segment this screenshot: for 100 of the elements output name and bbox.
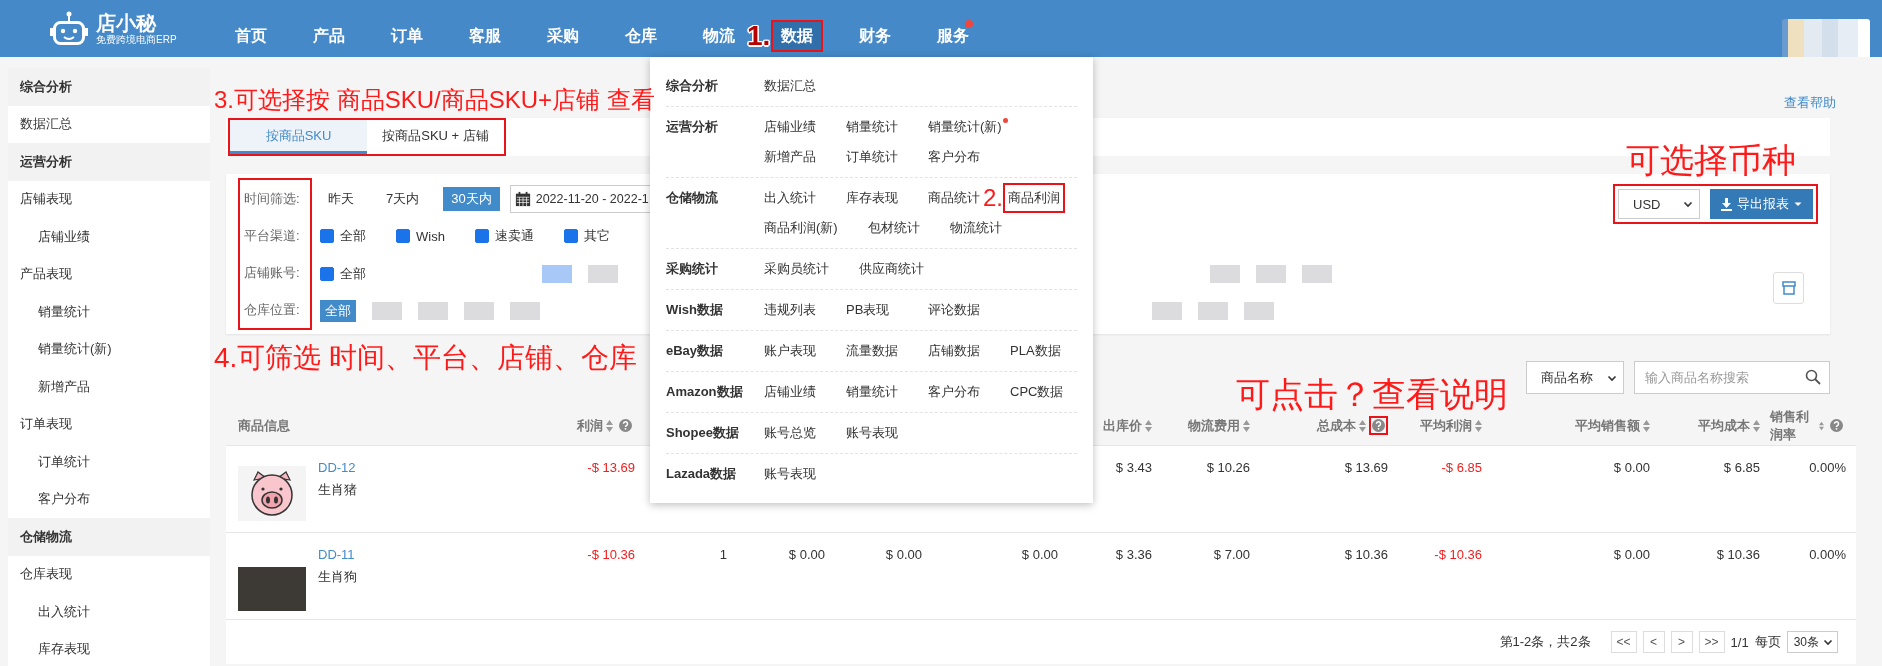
menu-item[interactable]: 流量数据 [844,336,900,366]
menu-item[interactable]: PLA数据 [1008,336,1064,366]
store-icon-button[interactable] [1773,272,1804,304]
menu-item[interactable]: 销量统计 [844,112,900,142]
logo-tagline: 免费跨境电商ERP [96,33,177,46]
menu-item[interactable]: 商品统计 [926,183,982,213]
menu-item[interactable]: 库存表现 [844,183,900,213]
per-page-select[interactable]: 30条 [1786,631,1838,653]
help-icon[interactable] [1369,416,1388,435]
menu-item[interactable]: 违规列表 [762,295,818,325]
time-option[interactable]: 30天内 [443,186,500,211]
menu-item[interactable]: 客户分布 [926,142,982,172]
page-button[interactable]: < [1642,631,1665,653]
sku-link[interactable]: DD-12 [318,460,357,475]
help-icon[interactable] [616,416,635,435]
menu-item[interactable]: 商品利润 [1003,183,1065,213]
sidebar-item[interactable]: 出入统计 [8,593,210,631]
checkbox[interactable] [320,229,334,244]
menu-item[interactable]: 评论数据 [926,295,982,325]
help-icon[interactable] [1827,416,1846,435]
menu-item[interactable]: 物流统计 [947,213,1004,243]
menu-item[interactable]: 账号表现 [762,459,818,489]
menu-item[interactable]: 数据汇总 [762,71,818,101]
warehouse-tag[interactable]: 全部 [320,300,356,323]
checkbox[interactable] [320,266,334,281]
menu-item[interactable]: 出入统计 [762,183,818,213]
sidebar-item[interactable]: 销量统计(新) [8,330,210,368]
product-name: 生肖猪 [318,481,357,499]
time-option[interactable]: 7天内 [378,186,428,211]
nav-item[interactable]: 物流 [693,20,745,52]
nav-item[interactable]: 产品 [303,20,355,52]
menu-item[interactable]: 客户分布 [926,377,982,407]
sort-icon[interactable] [1753,419,1760,432]
search-field[interactable]: 输入商品名称搜索 [1634,361,1830,394]
sort-icon[interactable] [1145,419,1152,432]
sidebar-item[interactable]: 订单表现 [8,405,210,443]
sort-icon[interactable] [1643,419,1650,432]
checkbox-label: 全部 [340,227,366,246]
table-cell: $ 0.00 [1492,533,1660,620]
menu-item[interactable]: 账户表现 [762,336,818,366]
sidebar-item[interactable]: 产品表现 [8,255,210,293]
menu-item[interactable]: 店铺业绩 [762,112,818,142]
search-icon[interactable] [1805,369,1821,385]
currency-select[interactable]: USD [1618,189,1700,219]
sort-icon[interactable] [1819,419,1824,432]
time-option[interactable]: 昨天 [320,186,362,211]
export-button[interactable]: 导出报表 [1710,189,1813,219]
menu-item[interactable]: PB表现 [844,295,900,325]
sku-link[interactable]: DD-11 [318,547,357,562]
menu-item[interactable]: 销量统计(新) [926,112,1004,142]
menu-item[interactable]: 店铺业绩 [762,377,818,407]
sort-icon[interactable] [1359,419,1366,432]
page-button[interactable]: << [1610,631,1637,653]
help-link[interactable]: 查看帮助 [1784,94,1836,112]
table-cell: 0.00% [1770,446,1856,533]
nav-item[interactable]: 服务 [927,20,979,52]
sidebar-item[interactable]: 订单统计 [8,443,210,481]
nav-item[interactable]: 订单 [381,20,433,52]
sort-icon[interactable] [1243,419,1250,432]
menu-item[interactable]: 订单统计 [844,142,900,172]
sidebar-section[interactable]: 仓储物流 [8,518,210,556]
sidebar-section[interactable]: 运营分析 [8,143,210,181]
page-button[interactable]: >> [1698,631,1725,653]
sidebar-item[interactable]: 数据汇总 [8,105,210,143]
nav-item[interactable]: 财务 [849,20,901,52]
sidebar-item[interactable]: 仓库表现 [8,555,210,593]
checkbox[interactable] [396,229,410,244]
sidebar-section[interactable]: 综合分析 [8,68,210,106]
sidebar-item[interactable]: 新增产品 [8,368,210,406]
nav-item[interactable]: 仓库 [615,20,667,52]
menu-item[interactable]: 商品利润(新) [762,213,840,243]
sort-icon[interactable] [606,419,613,432]
menu-item[interactable]: 销量统计 [844,377,900,407]
sort-icon[interactable] [1475,419,1482,432]
menu-item[interactable]: 包材统计 [865,213,922,243]
nav-item[interactable]: 客服 [459,20,511,52]
checkbox[interactable] [474,229,489,244]
menu-item[interactable]: 账号表现 [844,418,900,448]
menu-item[interactable]: CPC数据 [1008,377,1066,407]
menu-item[interactable]: 采购员统计 [762,254,831,284]
nav-item[interactable]: 首页 [225,20,277,52]
sidebar-item[interactable]: 销量统计 [8,293,210,331]
sidebar-item[interactable]: 客户分布 [8,480,210,518]
menu-item[interactable]: 新增产品 [762,142,818,172]
nav-item[interactable]: 采购 [537,20,589,52]
nav-item[interactable]: 数据 [771,20,823,52]
checkbox[interactable] [563,229,578,244]
search-type-select[interactable]: 商品名称 [1526,361,1624,394]
redacted-block [1244,302,1274,321]
menu-item[interactable]: 店铺数据 [926,336,982,366]
sidebar-item[interactable]: 店铺表现 [8,180,210,218]
menu-item[interactable]: 供应商统计 [857,254,926,284]
page-button[interactable]: > [1670,631,1693,653]
sidebar-item[interactable]: 店铺业绩 [8,218,210,256]
table-cell: $ 0.00 [1492,446,1660,533]
account-avatar[interactable] [1782,19,1870,57]
menu-item[interactable]: 账号总览 [762,418,818,448]
checkbox-label: 全部 [340,264,366,283]
notification-dot [965,20,973,28]
sidebar-item[interactable]: 库存表现 [8,630,210,666]
